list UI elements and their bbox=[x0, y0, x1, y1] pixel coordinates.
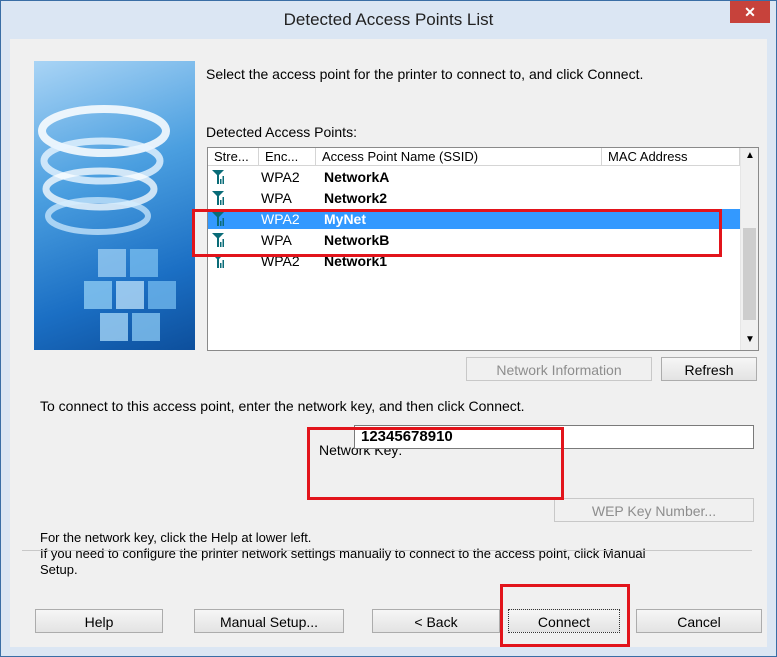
help-button[interactable]: Help bbox=[35, 609, 163, 633]
column-header-encryption[interactable]: Enc... bbox=[259, 148, 316, 166]
column-header-mac[interactable]: MAC Address bbox=[602, 148, 740, 166]
signal-strength-icon bbox=[212, 191, 224, 205]
back-button[interactable]: < Back bbox=[372, 609, 500, 633]
dialog-window: Detected Access Points List ✕ Select the… bbox=[0, 0, 777, 657]
scroll-down-icon[interactable]: ▼ bbox=[745, 334, 755, 345]
list-item[interactable]: WPA2 NetworkA bbox=[208, 167, 740, 187]
access-points-label: Detected Access Points: bbox=[206, 124, 357, 140]
help-text-line3: Setup. bbox=[40, 562, 78, 577]
list-scrollbar[interactable]: ▲ ▼ bbox=[740, 148, 758, 350]
footer-divider bbox=[22, 550, 752, 551]
encryption-value: WPA bbox=[261, 190, 292, 206]
help-text-line2: If you need to configure the printer net… bbox=[40, 546, 646, 561]
refresh-button[interactable]: Refresh bbox=[661, 357, 757, 381]
ssid-value: NetworkA bbox=[324, 169, 390, 185]
column-header-strength[interactable]: Stre... bbox=[208, 148, 259, 166]
title-bar[interactable]: Detected Access Points List ✕ bbox=[1, 1, 776, 39]
wep-key-number-button[interactable]: WEP Key Number... bbox=[554, 498, 754, 522]
manual-setup-button[interactable]: Manual Setup... bbox=[194, 609, 344, 633]
list-item[interactable]: WPA Network2 bbox=[208, 188, 740, 208]
scroll-up-icon[interactable]: ▲ bbox=[745, 150, 755, 161]
network-information-button[interactable]: Network Information bbox=[466, 357, 652, 381]
highlight-box-network-key bbox=[307, 427, 564, 500]
cancel-button[interactable]: Cancel bbox=[636, 609, 762, 633]
help-text-line1: For the network key, click the Help at l… bbox=[40, 530, 312, 545]
close-button[interactable]: ✕ bbox=[730, 1, 770, 23]
highlight-box-selected-network bbox=[192, 209, 722, 257]
window-title: Detected Access Points List bbox=[283, 10, 494, 29]
encryption-value: WPA2 bbox=[261, 169, 300, 185]
column-header-ssid[interactable]: Access Point Name (SSID) bbox=[316, 148, 602, 166]
connect-instruction: To connect to this access point, enter t… bbox=[40, 398, 525, 414]
intro-text: Select the access point for the printer … bbox=[206, 66, 644, 82]
highlight-box-connect bbox=[500, 584, 630, 647]
printer-network-illustration bbox=[34, 61, 195, 350]
scrollbar-thumb[interactable] bbox=[743, 228, 756, 320]
ssid-value: Network2 bbox=[324, 190, 388, 206]
dialog-body: Select the access point for the printer … bbox=[10, 39, 767, 647]
signal-strength-icon bbox=[212, 170, 224, 184]
